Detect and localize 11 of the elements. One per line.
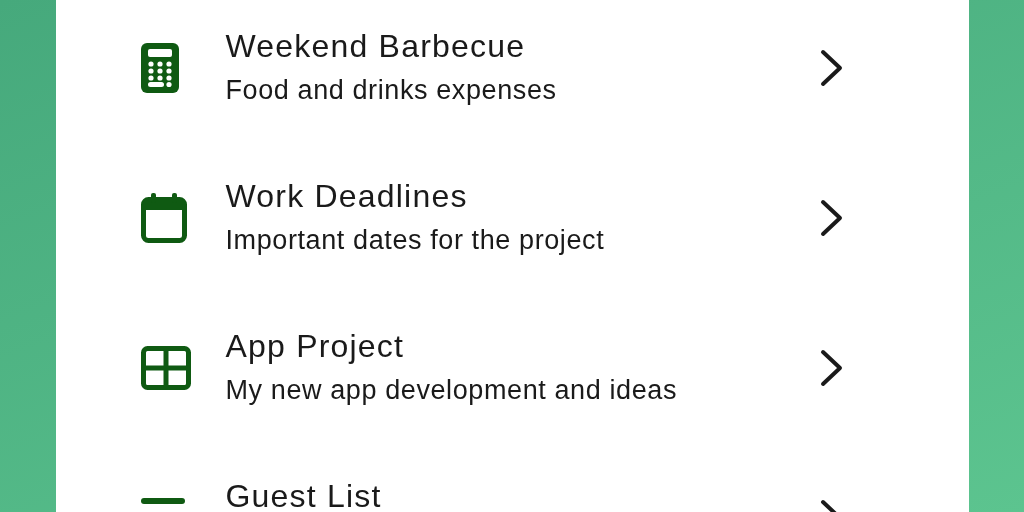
list-item[interactable]: App Project My new app development and ideas [55, 293, 969, 443]
item-title: Weekend Barbecue [225, 27, 527, 66]
item-title: App Project [225, 327, 406, 366]
item-subtitle: My new app development and ideas [225, 374, 678, 407]
item-title: Guest List [225, 477, 383, 512]
list-item[interactable]: Weekend Barbecue Food and drinks expenses [55, 0, 969, 143]
item-subtitle: Food and drinks expenses [225, 74, 558, 107]
item-subtitle: Important dates for the project [225, 224, 606, 257]
list-item[interactable]: Work Deadlines Important dates for the project [55, 143, 969, 293]
item-title: Work Deadlines [225, 177, 469, 216]
list-item[interactable]: Guest List [55, 443, 969, 512]
